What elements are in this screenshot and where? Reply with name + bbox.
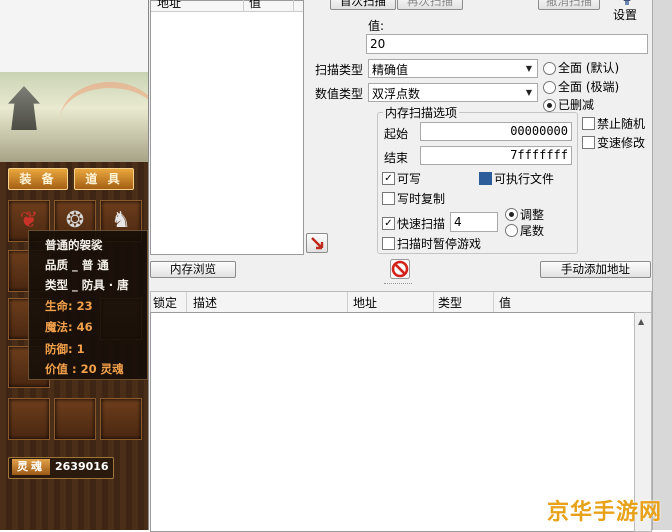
end-label: 结束 — [384, 151, 409, 165]
column-divider — [293, 0, 294, 11]
dropdown-arrow-icon: ▼ — [525, 88, 533, 97]
column-address[interactable]: 地址 — [353, 294, 377, 311]
speed-modify-checkbox[interactable] — [582, 136, 595, 149]
fast-scan-label[interactable]: 快速扫描 — [397, 215, 445, 232]
soul-value: 2639016 — [55, 460, 109, 473]
column-description[interactable]: 描述 — [193, 294, 217, 311]
equip-slot[interactable] — [100, 398, 142, 440]
cheat-table-header: 锁定 描述 地址 类型 值 — [150, 291, 652, 313]
disable-random-checkbox[interactable] — [582, 117, 595, 130]
add-selected-to-list-button[interactable] — [306, 233, 328, 253]
memory-scan-options-title: 内存扫描选项 — [383, 104, 460, 121]
scan-type-value: 精确值 — [372, 63, 409, 77]
pause-game-label[interactable]: 扫描时暂停游戏 — [397, 235, 481, 252]
soul-currency: 灵魂 2639016 — [8, 457, 114, 479]
found-address-list[interactable]: 地址 值 — [150, 0, 304, 255]
radio-align[interactable] — [505, 208, 518, 221]
radio-all-extreme[interactable] — [543, 81, 556, 94]
column-value[interactable]: 值 — [499, 294, 511, 311]
equip-slot[interactable] — [8, 398, 50, 440]
item-life: 生命: 23 — [45, 299, 93, 313]
add-address-manually-button[interactable]: 手动添加地址 — [540, 261, 651, 278]
value-label: 值: — [368, 19, 385, 33]
splitter-grip-icon — [384, 283, 412, 286]
value-type-select[interactable]: 双浮点数 ▼ — [368, 83, 538, 102]
disable-random-label[interactable]: 禁止随机 — [597, 115, 645, 132]
column-divider — [347, 292, 348, 312]
fast-scan-alignment-input[interactable]: 4 — [450, 212, 498, 232]
value-type-value: 双浮点数 — [372, 87, 421, 101]
cheat-engine-logo-icon[interactable] — [620, 0, 634, 5]
value-type-label: 数值类型 — [315, 87, 364, 101]
tab-equipment[interactable]: 装 备 — [8, 168, 68, 190]
item-magic: 魔法: 46 — [45, 320, 93, 334]
end-address-input[interactable]: 7fffffff — [420, 146, 572, 165]
executable-checkbox[interactable] — [479, 172, 492, 185]
window-frame — [652, 0, 672, 530]
scroll-up-icon[interactable]: ▲ — [638, 317, 644, 326]
copy-on-write-checkbox[interactable] — [382, 192, 395, 205]
game-window: 装 备 道 具 ❦ ❂ ♞ 普通的袈裟 品质 _ 普 通 类型 _ 防具 · 唐… — [0, 0, 148, 530]
executable-label[interactable]: 可执行文件 — [494, 170, 554, 187]
column-value[interactable]: 值 — [249, 0, 261, 11]
site-watermark: 京华手游网 — [546, 500, 662, 525]
soul-label: 灵魂 — [12, 459, 50, 475]
item-value: 价值 : 20 灵魂 — [45, 362, 124, 376]
scan-type-select[interactable]: 精确值 ▼ — [368, 59, 538, 78]
speed-modify-label[interactable]: 变速修改 — [597, 134, 645, 151]
radio-trimmed-label[interactable]: 已删减 — [558, 96, 594, 113]
undo-scan-button[interactable]: 撤消扫描 — [538, 0, 600, 10]
writable-label[interactable]: 可写 — [397, 170, 421, 187]
item-tooltip: 普通的袈裟 品质 _ 普 通 类型 _ 防具 · 唐 生命: 23 魔法: 46… — [28, 230, 148, 380]
radio-trimmed[interactable] — [543, 99, 556, 112]
value-input[interactable]: 20 — [366, 34, 648, 54]
item-defense: 防御: 1 — [45, 342, 85, 356]
fast-scan-checkbox[interactable]: ✓ — [382, 217, 395, 230]
writable-checkbox[interactable]: ✓ — [382, 172, 395, 185]
settings-label[interactable]: 设置 — [613, 6, 637, 23]
tab-items[interactable]: 道 具 — [74, 168, 134, 190]
start-label: 起始 — [384, 127, 409, 141]
stop-icon[interactable] — [390, 259, 410, 279]
column-divider — [243, 0, 244, 11]
item-quality: 品质 _ 普 通 — [45, 258, 109, 272]
align-label[interactable]: 调整 — [520, 206, 544, 223]
panel-splitter[interactable] — [148, 279, 652, 289]
equip-slot[interactable] — [54, 398, 96, 440]
radio-all-default[interactable] — [543, 62, 556, 75]
radio-all-extreme-label[interactable]: 全面 (极端) — [558, 78, 619, 95]
memory-view-button[interactable]: 内存浏览 — [150, 261, 236, 278]
first-scan-button[interactable]: 首次扫描 — [330, 0, 396, 10]
radio-all-default-label[interactable]: 全面 (默认) — [558, 59, 619, 76]
column-divider — [433, 292, 434, 312]
next-scan-button[interactable]: 再次扫描 — [397, 0, 463, 10]
copy-on-write-label[interactable]: 写时复制 — [397, 190, 445, 207]
scan-type-label: 扫描类型 — [315, 63, 364, 77]
start-address-input[interactable]: 00000000 — [420, 122, 572, 141]
dropdown-arrow-icon: ▼ — [525, 64, 533, 73]
red-arrow-icon — [311, 237, 324, 250]
item-name: 普通的袈裟 — [45, 238, 103, 252]
column-type[interactable]: 类型 — [438, 294, 462, 311]
radio-last-digits[interactable] — [505, 224, 518, 237]
last-digits-label[interactable]: 尾数 — [520, 222, 544, 239]
column-lock[interactable]: 锁定 — [153, 294, 177, 311]
column-divider — [186, 292, 187, 312]
pause-game-checkbox[interactable] — [382, 237, 395, 250]
browser-strip — [0, 0, 148, 73]
column-address[interactable]: 地址 — [157, 0, 181, 11]
column-divider — [493, 292, 494, 312]
item-type: 类型 _ 防具 · 唐 — [45, 278, 129, 292]
